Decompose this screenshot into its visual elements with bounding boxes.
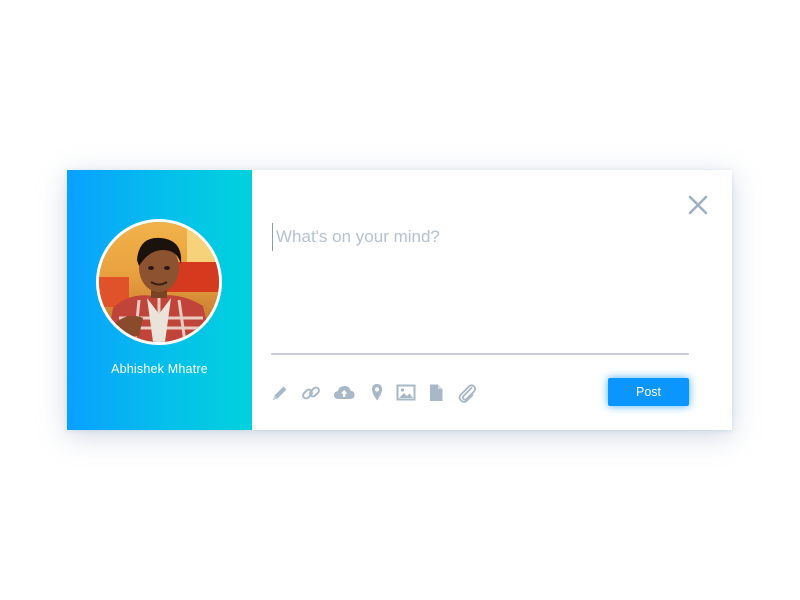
pencil-button[interactable] <box>268 381 292 405</box>
upload-button[interactable] <box>332 381 356 405</box>
link-button[interactable] <box>299 381 323 405</box>
attachment-button[interactable] <box>455 381 479 405</box>
image-button[interactable] <box>394 381 418 405</box>
profile-panel: Abhishek Mhatre <box>67 170 252 430</box>
avatar-photo <box>99 222 219 342</box>
document-button[interactable] <box>424 381 448 405</box>
paperclip-icon <box>458 384 477 403</box>
user-name: Abhishek Mhatre <box>111 362 208 376</box>
cloud-upload-icon <box>334 386 355 399</box>
document-icon <box>430 384 443 401</box>
link-icon <box>302 386 320 400</box>
input-divider <box>271 353 689 355</box>
location-pin-icon <box>372 384 382 401</box>
post-composer-card: Abhishek Mhatre What's on your mind? Pos… <box>67 170 732 430</box>
avatar <box>96 219 222 345</box>
close-button[interactable] <box>686 193 710 217</box>
close-icon <box>688 195 708 215</box>
pencil-icon <box>273 386 287 400</box>
image-icon <box>396 384 416 401</box>
post-text-input[interactable] <box>276 225 686 249</box>
text-cursor <box>272 223 273 251</box>
post-button[interactable]: Post <box>608 378 689 406</box>
location-button[interactable] <box>365 381 389 405</box>
